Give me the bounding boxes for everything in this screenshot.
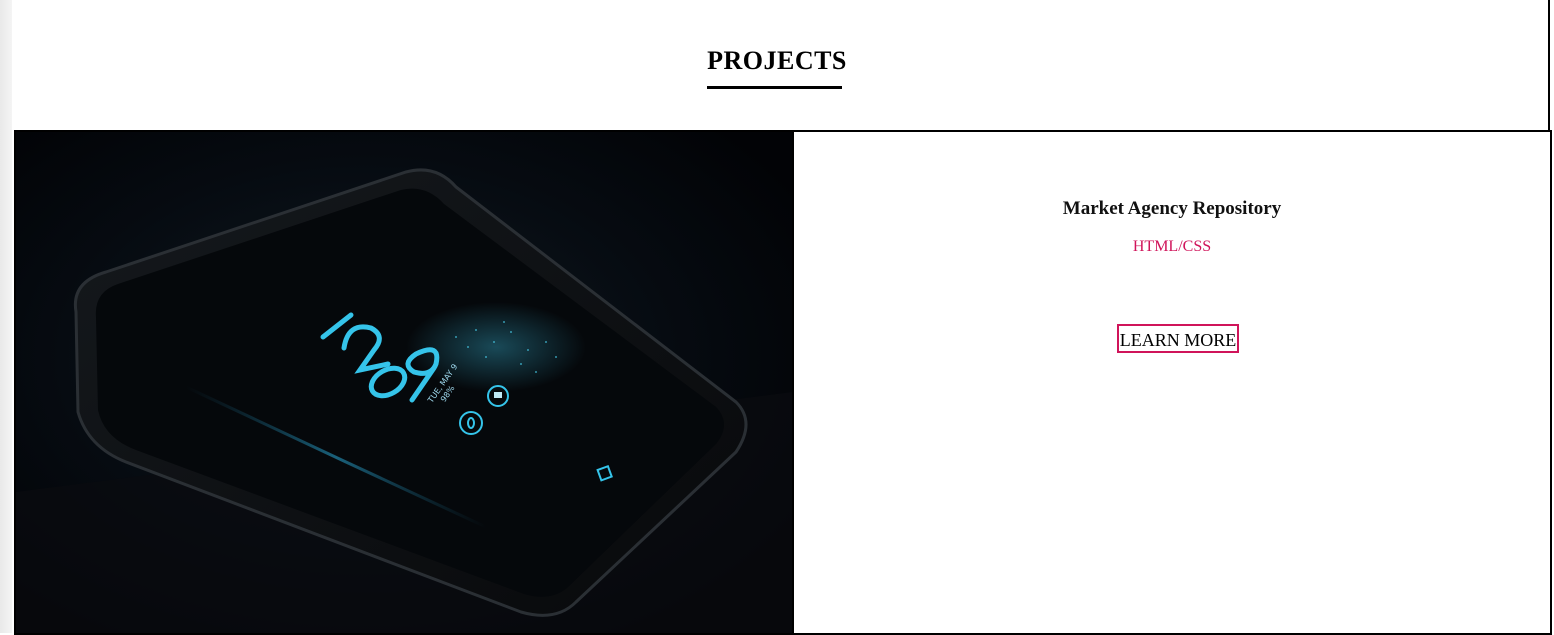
smartphone-lockscreen-photo: TUE, MAY 9 98% <box>16 132 792 633</box>
section-title: PROJECTS <box>707 46 847 75</box>
project-name: Market Agency Repository <box>1062 198 1282 219</box>
project-image: TUE, MAY 9 98% <box>16 132 794 633</box>
project-tech-label: HTML/CSS <box>1132 238 1212 255</box>
page-left-gutter <box>0 0 12 633</box>
project-info: Market Agency Repository HTML/CSS LEARN … <box>794 132 1550 633</box>
learn-more-button[interactable]: LEARN MORE <box>1117 324 1239 353</box>
title-underline <box>707 86 842 89</box>
project-card: TUE, MAY 9 98% Market Agency Repository … <box>14 130 1552 635</box>
